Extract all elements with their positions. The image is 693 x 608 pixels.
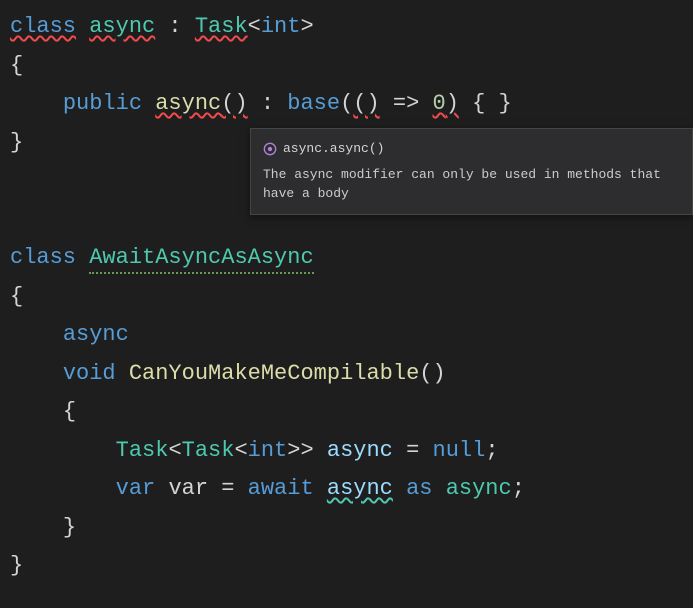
- code-line-8: {: [10, 278, 683, 317]
- class-icon: [263, 142, 277, 156]
- code-line-9: async: [10, 316, 683, 355]
- code-line-10: void CanYouMakeMeCompilable(): [10, 355, 683, 394]
- code-line-15: }: [10, 547, 683, 586]
- code-line-3: public async() : base(() => 0) { }: [10, 85, 683, 124]
- code-line-2: {: [10, 47, 683, 86]
- tooltip-message: The async modifier can only be used in m…: [263, 165, 680, 204]
- code-line-12: Task<Task<int>> async = null;: [10, 432, 683, 471]
- code-line-14: }: [10, 509, 683, 548]
- error-tooltip: async.async() The async modifier can onl…: [250, 128, 693, 215]
- tooltip-signature: async.async(): [283, 139, 384, 159]
- code-editor[interactable]: class async : Task<int> { public async()…: [10, 8, 683, 586]
- code-line-7: class AwaitAsyncAsAsync: [10, 239, 683, 278]
- code-line-1: class async : Task<int>: [10, 8, 683, 47]
- code-line-13: var var = await async as async;: [10, 470, 683, 509]
- code-line-11: {: [10, 393, 683, 432]
